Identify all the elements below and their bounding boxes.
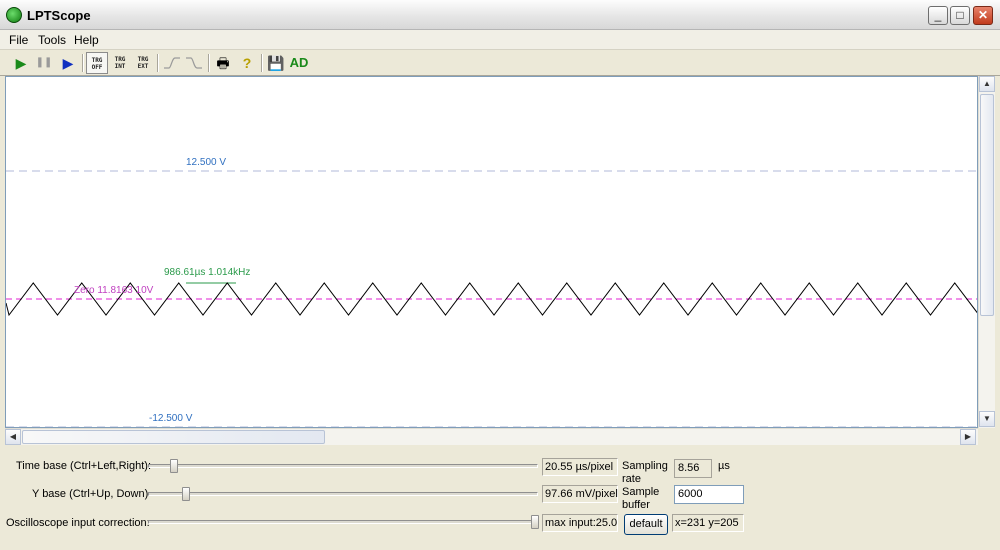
lower-limit-label: -12.500 V	[149, 413, 193, 424]
time-base-track[interactable]	[148, 464, 538, 468]
y-base-label: Y base (Ctrl+Up, Down)	[32, 488, 149, 500]
toolbar-separator	[208, 54, 210, 72]
menu-tools[interactable]: Tools	[38, 33, 66, 47]
time-base-slider[interactable]	[170, 459, 178, 473]
time-base-label: Time base (Ctrl+Left,Right):	[16, 460, 151, 472]
help-button[interactable]: ?	[236, 52, 258, 74]
scroll-right-button[interactable]: ▶	[960, 429, 976, 445]
trigger-off-bottom: OFF	[91, 64, 103, 71]
menu-bar: File Tools Help	[0, 30, 1000, 50]
sample-buffer-label-2: buffer	[622, 499, 650, 511]
trigger-off-button[interactable]: TRG OFF	[86, 52, 108, 74]
y-base-slider[interactable]	[182, 487, 190, 501]
input-correction-value: max input:25.0	[542, 514, 618, 532]
default-button[interactable]: default	[624, 514, 668, 535]
zero-level-label: Zero 11.8163 10V	[74, 285, 154, 296]
toolbar: ▶ ❚❚ ▶ TRG OFF TRG INT TRG EXT 🖶 ? 💾 AD	[0, 50, 1000, 76]
input-correction-label: Oscilloscope input correction:	[6, 517, 150, 529]
trigger-int-icon: TRG INT	[109, 52, 131, 70]
title-bar: LPTScope _ □ ✕	[0, 0, 1000, 30]
app-logo-icon	[6, 7, 22, 23]
input-correction-track[interactable]	[148, 520, 538, 524]
trigger-int-button[interactable]: TRG INT	[109, 52, 131, 74]
scope-display[interactable]: 12.500 V -12.500 V Zero 11.8163 10V 986.…	[5, 76, 978, 428]
step-icon: ▶	[62, 55, 74, 71]
menu-help[interactable]: Help	[74, 33, 99, 47]
play-icon: ▶	[15, 55, 27, 71]
rising-edge-icon	[164, 57, 180, 69]
sampling-rate-unit: µs	[718, 460, 730, 472]
menu-file[interactable]: File	[9, 33, 28, 47]
trigger-ext-button[interactable]: TRG EXT	[132, 52, 154, 74]
pause-icon: ❚❚	[35, 57, 53, 68]
falling-edge-icon	[186, 57, 202, 69]
toolbar-separator	[82, 54, 84, 72]
sampling-rate-label-2: rate	[622, 473, 641, 485]
y-base-track[interactable]	[148, 492, 538, 496]
time-base-value: 20.55 µs/pixel	[542, 458, 618, 476]
trigger-ext-icon: TRG EXT	[132, 52, 154, 70]
horizontal-scrollbar[interactable]: ◀ ▶	[5, 428, 978, 445]
scroll-left-button[interactable]: ◀	[5, 429, 21, 445]
frequency-measurement-label: 986.61µs 1.014kHz	[164, 267, 251, 278]
input-correction-slider[interactable]	[531, 515, 539, 529]
trigger-off-icon: TRG OFF	[87, 53, 107, 71]
trigger-off-top: TRG	[91, 57, 103, 64]
sample-buffer-label: Sample	[622, 486, 660, 498]
minimize-button[interactable]: _	[928, 6, 948, 25]
ad-button[interactable]: AD	[288, 52, 310, 74]
ad-label: AD	[289, 55, 309, 70]
trigger-ext-bottom: EXT	[137, 63, 149, 70]
y-base-value: 97.66 mV/pixel	[542, 485, 618, 503]
horizontal-scroll-thumb[interactable]	[22, 430, 325, 444]
maximize-button[interactable]: □	[950, 6, 970, 25]
help-icon: ?	[242, 55, 252, 71]
rising-edge-button[interactable]	[161, 52, 183, 74]
falling-edge-button[interactable]	[183, 52, 205, 74]
sampling-rate-label: Sampling	[622, 460, 668, 472]
pause-button[interactable]: ❚❚	[33, 52, 55, 74]
window-title: LPTScope	[27, 8, 91, 23]
toolbar-separator	[261, 54, 263, 72]
save-button[interactable]: 💾	[265, 52, 287, 74]
toolbar-separator	[157, 54, 159, 72]
scroll-up-button[interactable]: ▲	[979, 76, 995, 92]
sampling-rate-field: 8.56	[674, 459, 712, 478]
step-button[interactable]: ▶	[57, 52, 79, 74]
upper-limit-label: 12.500 V	[186, 157, 227, 168]
save-icon: 💾	[267, 55, 285, 71]
close-button[interactable]: ✕	[973, 6, 993, 25]
trigger-int-bottom: INT	[114, 63, 126, 70]
cursor-position-readout: x=231 y=205	[672, 514, 744, 532]
scroll-down-button[interactable]: ▼	[979, 411, 995, 427]
scope-canvas	[6, 170, 977, 427]
vertical-scrollbar[interactable]: ▲ ▼	[978, 76, 995, 428]
vertical-scroll-thumb[interactable]	[980, 94, 994, 316]
trigger-int-top: TRG	[114, 56, 126, 63]
sample-buffer-input[interactable]: 6000	[674, 485, 744, 504]
play-button[interactable]: ▶	[10, 52, 32, 74]
print-button[interactable]: 🖶	[212, 52, 234, 74]
printer-icon: 🖶	[216, 55, 230, 71]
trigger-ext-top: TRG	[137, 56, 149, 63]
